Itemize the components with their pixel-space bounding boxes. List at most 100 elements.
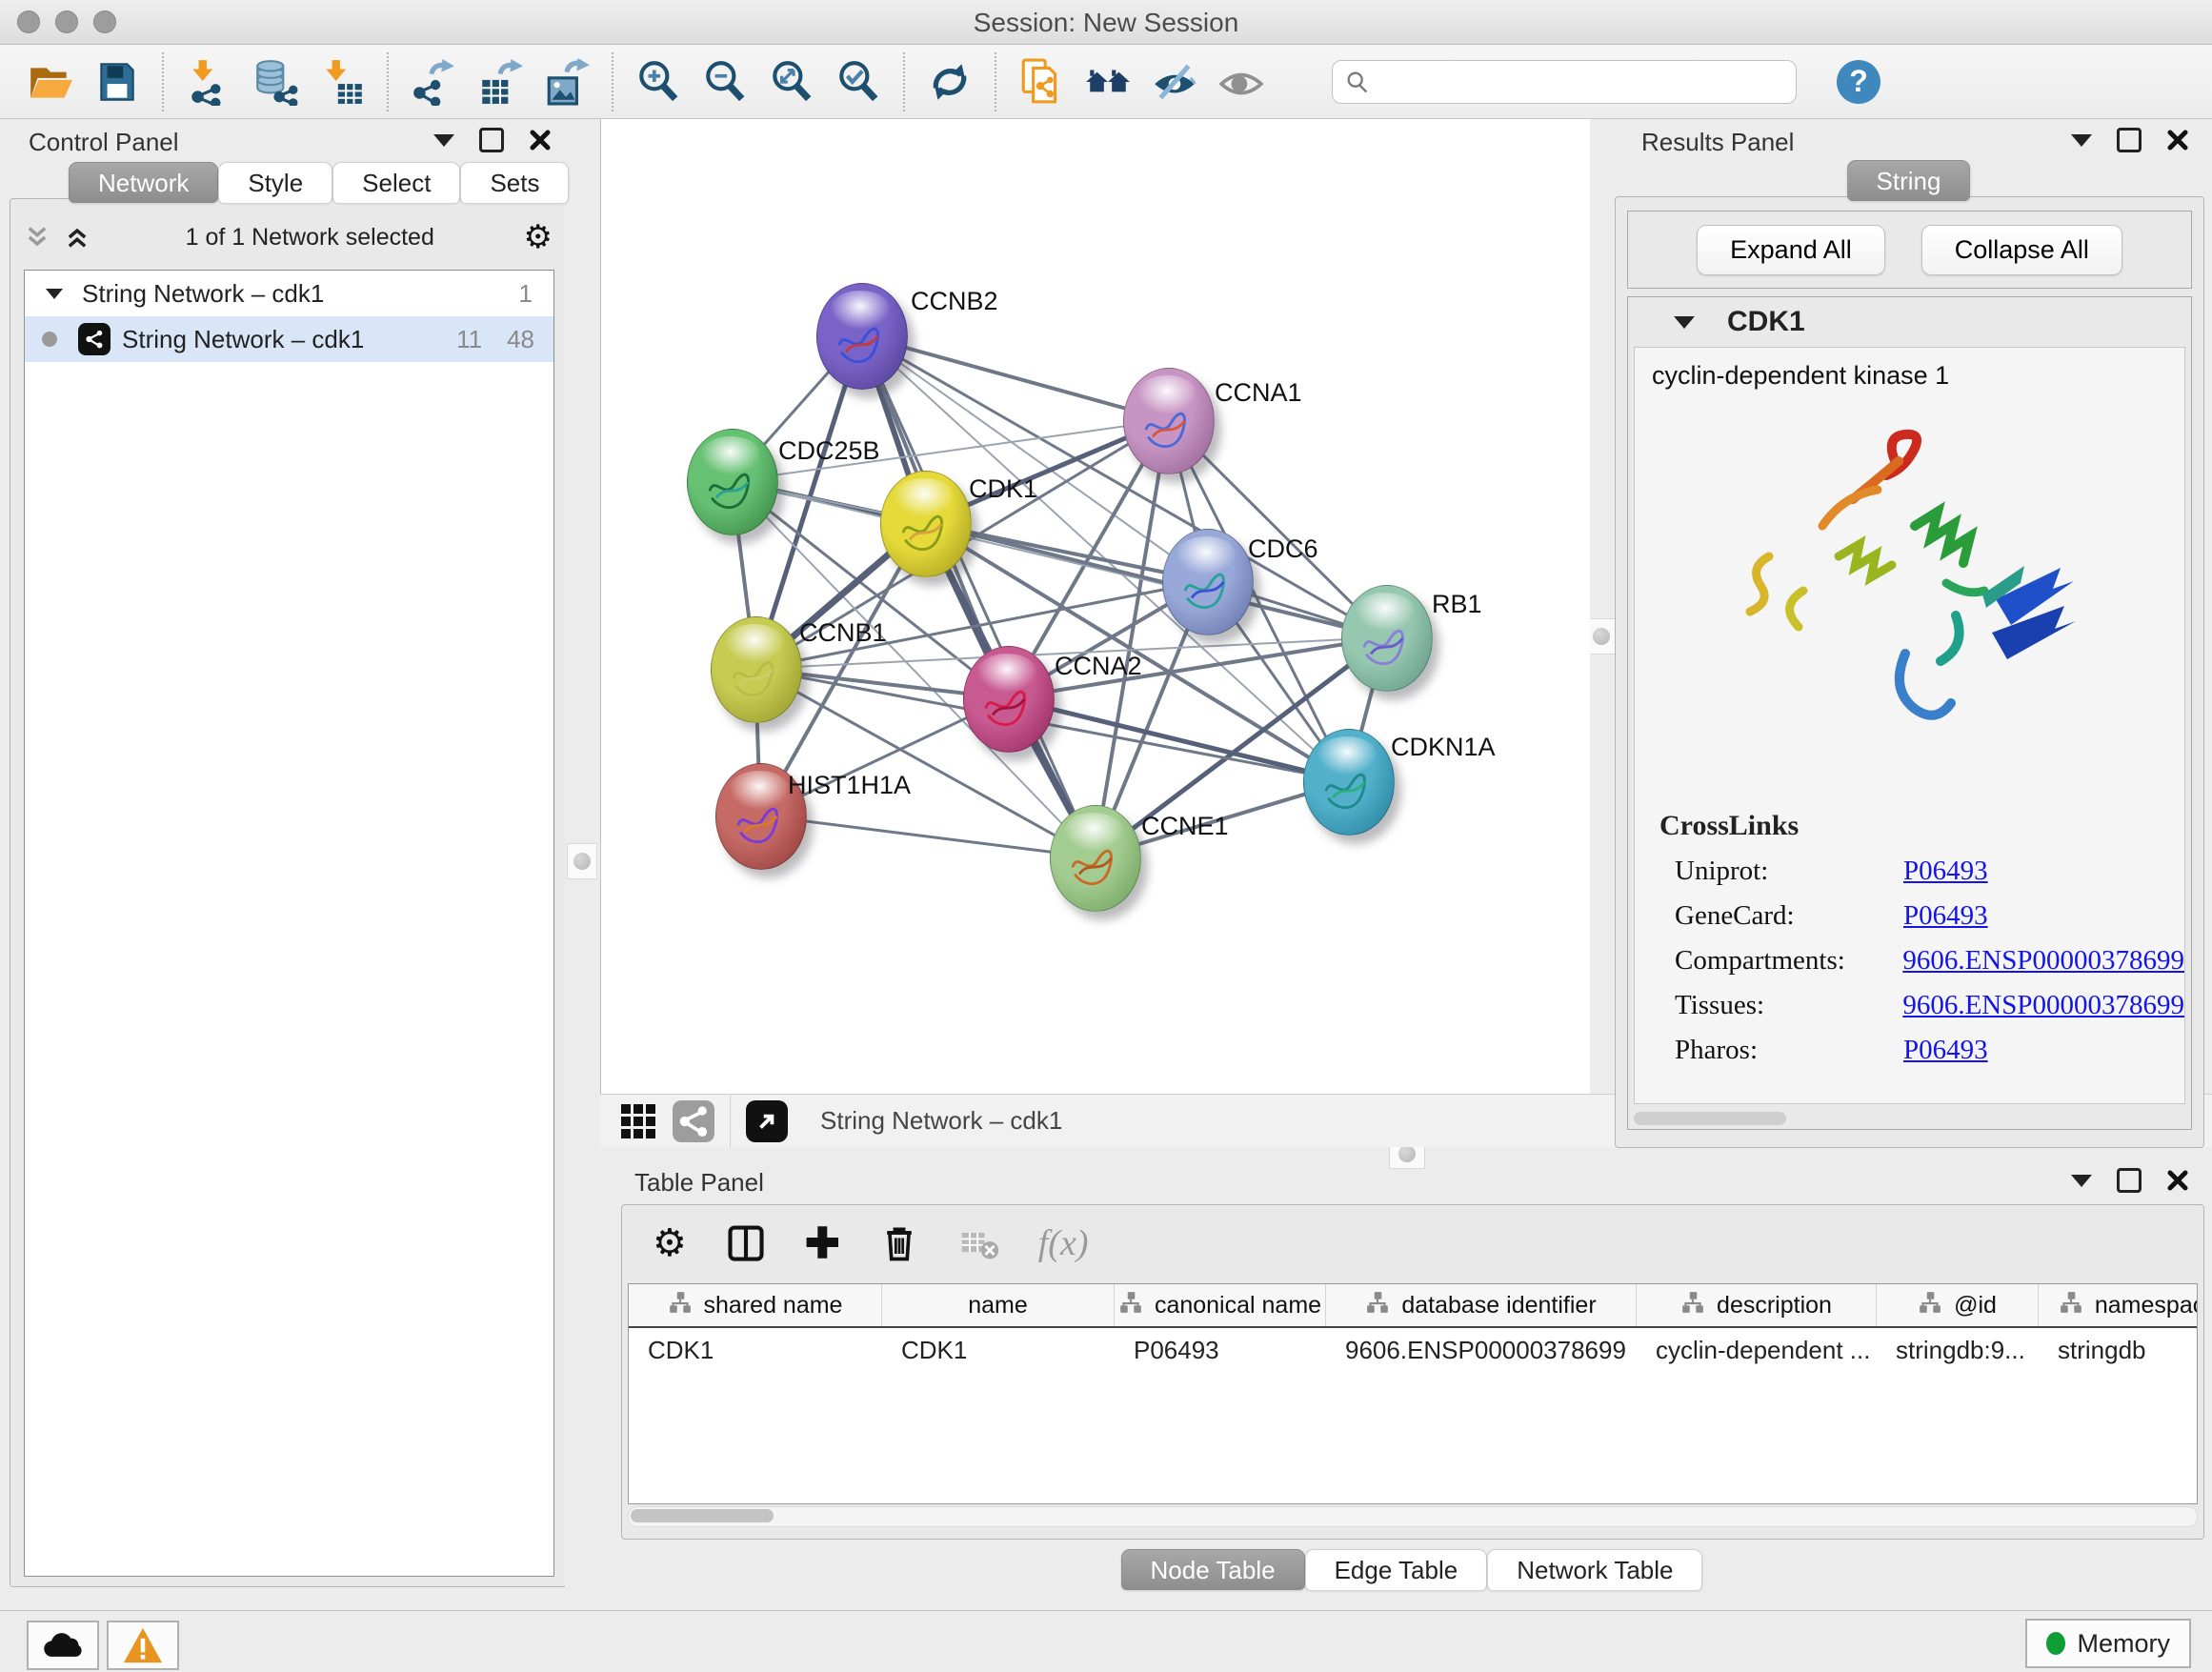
- tab-network[interactable]: Network: [69, 162, 218, 203]
- left-splitter[interactable]: [565, 119, 599, 1589]
- cell--id[interactable]: stringdb:9...: [1877, 1328, 2039, 1372]
- node-label-CCNB2: CCNB2: [911, 287, 998, 316]
- close-panel-icon[interactable]: [529, 129, 552, 151]
- tab-node-table[interactable]: Node Table: [1121, 1549, 1305, 1590]
- float-panel-icon[interactable]: [433, 134, 454, 147]
- export-table-icon[interactable]: [473, 55, 527, 109]
- column-header-name[interactable]: name: [882, 1284, 1115, 1326]
- float-panel-icon[interactable]: [2071, 134, 2092, 147]
- float-panel-icon[interactable]: [2071, 1175, 2092, 1187]
- share-view-icon[interactable]: [673, 1100, 714, 1142]
- node-CDC25B[interactable]: [687, 429, 778, 535]
- add-column-plus-icon[interactable]: ✚: [805, 1219, 840, 1268]
- hide-selected-icon[interactable]: [1148, 55, 1201, 109]
- open-session-icon[interactable]: [24, 55, 77, 109]
- edge-HIST1H1A-CCNE1[interactable]: [760, 816, 1095, 857]
- tab-sets[interactable]: Sets: [460, 162, 569, 203]
- table-options-gear-icon[interactable]: ⚙: [653, 1221, 687, 1265]
- table-hscrollbar[interactable]: [628, 1506, 2198, 1527]
- expand-all-tree-icon[interactable]: [64, 224, 90, 251]
- cell-canonical-name[interactable]: P06493: [1115, 1328, 1326, 1372]
- node-CCNB2[interactable]: [816, 283, 908, 390]
- tab-network-table[interactable]: Network Table: [1487, 1549, 1702, 1590]
- memory-button[interactable]: Memory: [2025, 1619, 2191, 1668]
- collapse-all-button[interactable]: Collapse All: [1921, 225, 2122, 275]
- network-row-selected[interactable]: String Network – cdk1 11 48: [25, 316, 553, 362]
- cell-description[interactable]: cyclin-dependent ...: [1637, 1328, 1877, 1372]
- tab-style[interactable]: Style: [218, 162, 332, 203]
- zoom-fit-icon[interactable]: [765, 55, 818, 109]
- show-all-icon[interactable]: [1215, 55, 1268, 109]
- cell-namespace[interactable]: stringdb: [2039, 1328, 2198, 1372]
- entry-header[interactable]: CDK1: [1628, 297, 2191, 347]
- left-splitter-handle[interactable]: [567, 843, 597, 879]
- tab-string[interactable]: String: [1847, 160, 1971, 201]
- tab-select[interactable]: Select: [332, 162, 460, 203]
- node-CDC6[interactable]: [1162, 529, 1254, 635]
- show-columns-icon[interactable]: [725, 1222, 767, 1264]
- node-CCNB1[interactable]: [711, 616, 802, 723]
- crosslink-link[interactable]: P06493: [1903, 856, 1988, 887]
- node-RB1[interactable]: [1341, 585, 1433, 692]
- zoom-selected-icon[interactable]: [832, 55, 885, 109]
- refresh-icon[interactable]: [923, 55, 976, 109]
- save-session-icon[interactable]: [90, 55, 144, 109]
- column-header-canonical-name[interactable]: canonical name: [1115, 1284, 1326, 1326]
- export-network-icon[interactable]: [407, 55, 460, 109]
- network-options-gear-icon[interactable]: ⚙: [524, 218, 553, 256]
- export-image-icon[interactable]: [540, 55, 593, 109]
- home-networks-icon[interactable]: [1081, 55, 1135, 109]
- column-header-description[interactable]: description: [1637, 1284, 1877, 1326]
- column-header-database-identifier[interactable]: database identifier: [1326, 1284, 1637, 1326]
- zoom-out-icon[interactable]: [698, 55, 752, 109]
- search-input[interactable]: [1371, 67, 1784, 96]
- node-label-CCNA1: CCNA1: [1215, 378, 1302, 408]
- table-row[interactable]: CDK1CDK1P064939606.ENSP00000378699cyclin…: [629, 1328, 2197, 1372]
- table-hscrollbar-thumb[interactable]: [631, 1509, 774, 1522]
- entry-expander-icon[interactable]: [1674, 316, 1695, 329]
- collapse-all-tree-icon[interactable]: [24, 224, 50, 251]
- node-CCNA1[interactable]: [1123, 368, 1215, 474]
- cell-name[interactable]: CDK1: [882, 1328, 1115, 1372]
- import-network-from-database-icon[interactable]: [249, 55, 302, 109]
- maximize-panel-icon[interactable]: [2117, 1168, 2142, 1193]
- protein-structure-image: [1710, 404, 2110, 785]
- network-canvas[interactable]: CCNB2CCNA1CDC25BCDK1CDC6RB1CCNB1CCNA2CDK…: [600, 119, 1590, 1094]
- birds-eye-view-icon[interactable]: [746, 1100, 788, 1142]
- column-header-shared-name[interactable]: shared name: [629, 1284, 882, 1326]
- node-CCNA2[interactable]: [963, 646, 1055, 753]
- delete-column-trash-icon[interactable]: [878, 1222, 920, 1264]
- bottom-splitter[interactable]: [600, 1146, 2212, 1165]
- network-collection-row[interactable]: String Network – cdk1 1: [25, 271, 553, 316]
- column-header-namespace[interactable]: namespace: [2039, 1284, 2198, 1326]
- grid-view-icon[interactable]: [621, 1104, 655, 1138]
- import-table-icon[interactable]: [315, 55, 369, 109]
- right-splitter-handle[interactable]: [1586, 618, 1617, 655]
- node-CDK1[interactable]: [880, 471, 972, 577]
- import-network-icon[interactable]: [182, 55, 235, 109]
- crosslink-link[interactable]: 9606.ENSP00000378699: [1902, 945, 2184, 977]
- zoom-in-icon[interactable]: [632, 55, 685, 109]
- node-CCNE1[interactable]: [1050, 805, 1141, 912]
- close-panel-icon[interactable]: [2166, 129, 2189, 151]
- crosslink-link[interactable]: P06493: [1903, 1035, 1988, 1066]
- cloud-button[interactable]: [27, 1621, 99, 1670]
- collection-expander-icon[interactable]: [46, 289, 63, 299]
- expand-all-button[interactable]: Expand All: [1697, 225, 1885, 275]
- column-header--id[interactable]: @id: [1877, 1284, 2039, 1326]
- crosslink-link[interactable]: P06493: [1903, 900, 1988, 932]
- maximize-panel-icon[interactable]: [2117, 128, 2142, 152]
- close-panel-icon[interactable]: [2166, 1169, 2189, 1192]
- warning-button[interactable]: [107, 1621, 179, 1670]
- node-label-CDC6: CDC6: [1248, 534, 1318, 564]
- node-CDKN1A[interactable]: [1303, 729, 1395, 836]
- maximize-panel-icon[interactable]: [479, 128, 504, 152]
- cell-database-identifier[interactable]: 9606.ENSP00000378699: [1326, 1328, 1637, 1372]
- help-icon[interactable]: ?: [1837, 60, 1880, 104]
- right-splitter[interactable]: [1589, 119, 1615, 1146]
- entry-scrollbar-thumb[interactable]: [1634, 1112, 1786, 1125]
- tab-edge-table[interactable]: Edge Table: [1305, 1549, 1488, 1590]
- cell-shared-name[interactable]: CDK1: [629, 1328, 882, 1372]
- string-protein-query-icon[interactable]: [1015, 55, 1068, 109]
- crosslink-link[interactable]: 9606.ENSP00000378699: [1902, 990, 2184, 1021]
